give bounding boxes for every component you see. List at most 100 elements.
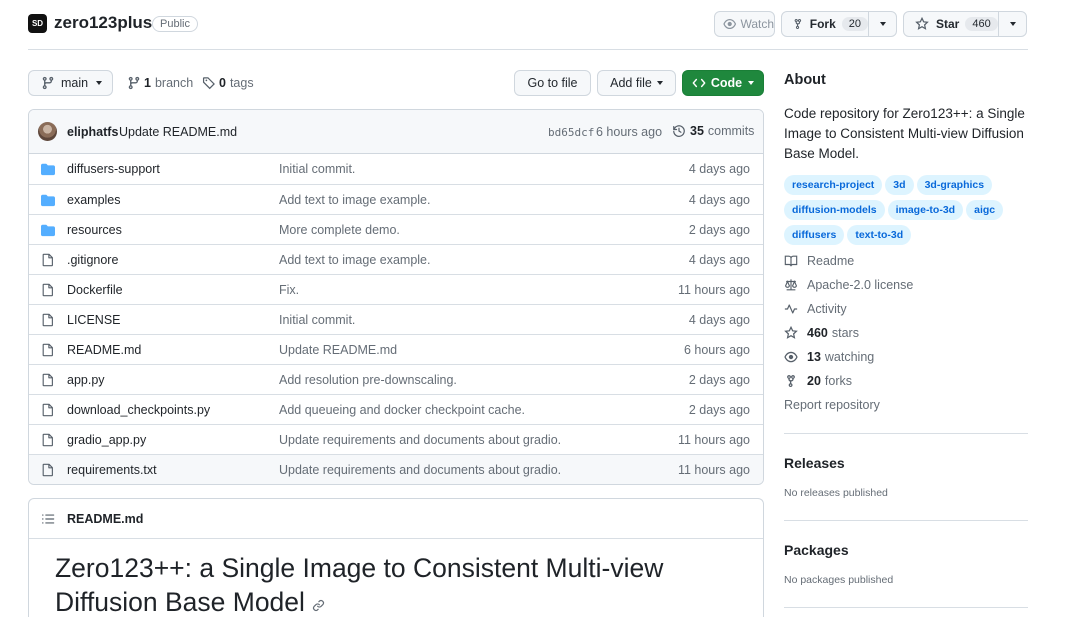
file-commit-message[interactable]: Update README.md <box>279 343 397 357</box>
code-button[interactable]: Code <box>682 70 764 96</box>
table-row[interactable]: Dockerfile Fix. 11 hours ago <box>29 274 763 304</box>
topic-tag[interactable]: aigc <box>966 200 1004 220</box>
file-commit-message[interactable]: More complete demo. <box>279 223 400 237</box>
book-icon <box>784 255 798 267</box>
star-button[interactable]: Star 460 <box>903 11 999 37</box>
file-name-link[interactable]: README.md <box>67 343 141 357</box>
add-file-label: Add file <box>610 76 652 90</box>
license-link[interactable]: Apache-2.0 license <box>784 278 913 292</box>
stars-link[interactable]: 460 stars <box>784 326 859 340</box>
file-name-link[interactable]: LICENSE <box>67 313 121 327</box>
tags-link[interactable]: 0 tags <box>202 76 254 90</box>
file-commit-message[interactable]: Add text to image example. <box>279 253 430 267</box>
table-row[interactable]: examples Add text to image example. 4 days… <box>29 184 763 214</box>
topic-list: research-project 3d 3d-graphics diffusion-m… <box>784 175 1020 250</box>
history-icon <box>673 125 685 137</box>
packages-title[interactable]: Packages <box>784 542 849 558</box>
list-icon[interactable] <box>41 512 55 526</box>
repo-logo[interactable]: SD <box>28 14 47 33</box>
star-dropdown-button[interactable] <box>998 11 1027 37</box>
avatar[interactable] <box>38 122 57 141</box>
readme-link[interactable]: Readme <box>784 254 854 268</box>
file-commit-message[interactable]: Update requirements and documents about … <box>279 433 561 447</box>
file-name-link[interactable]: Dockerfile <box>67 283 123 297</box>
topic-tag[interactable]: diffusers <box>784 225 845 245</box>
table-row[interactable]: diffusers-support Initial commit. 4 days a… <box>29 154 763 184</box>
topic-tag[interactable]: research-project <box>784 175 883 195</box>
file-commit-age: 2 days ago <box>688 223 750 237</box>
file-name-link[interactable]: diffusers-support <box>67 162 160 176</box>
topic-tag[interactable]: 3d-graphics <box>916 175 993 195</box>
sidebar-divider <box>784 520 1028 521</box>
file-commit-message[interactable]: Initial commit. <box>279 313 355 327</box>
table-row[interactable]: LICENSE Initial commit. 4 days ago <box>29 304 763 334</box>
releases-title[interactable]: Releases <box>784 455 845 471</box>
readme-panel: README.md Zero123++: a Single Image to C… <box>28 498 764 617</box>
link-icon[interactable] <box>312 599 325 612</box>
fork-button[interactable]: Fork 20 <box>781 11 869 37</box>
commit-hash[interactable]: bd65dcf <box>548 126 594 139</box>
file-icon <box>41 313 55 327</box>
readme-file-label[interactable]: README.md <box>67 512 143 526</box>
file-commit-age: 11 hours ago <box>677 433 750 447</box>
topic-tag[interactable]: image-to-3d <box>887 200 964 220</box>
tag-label: tags <box>229 76 254 90</box>
table-row[interactable]: app.py Add resolution pre-downscaling. 2 d… <box>29 364 763 394</box>
fork-dropdown-button[interactable] <box>868 11 897 37</box>
activity-link[interactable]: Activity <box>784 302 847 316</box>
add-file-button[interactable]: Add file <box>597 70 676 96</box>
packages-empty: No packages published <box>784 574 894 586</box>
file-commit-message[interactable]: Add queueing and docker checkpoint cache… <box>279 403 525 417</box>
table-row[interactable]: requirements.txt Update requirements and … <box>29 454 763 484</box>
watch-button[interactable]: Watch <box>714 11 775 37</box>
go-to-file-button[interactable]: Go to file <box>514 70 591 96</box>
table-row[interactable]: gradio_app.py Update requirements and doc… <box>29 424 763 454</box>
topic-tag[interactable]: 3d <box>885 175 914 195</box>
table-row[interactable]: download_checkpoints.py Add queueing and … <box>29 394 763 424</box>
fork-count: 20 <box>841 17 868 31</box>
branch-name: main <box>61 76 89 90</box>
file-commit-message[interactable]: Fix. <box>279 283 299 297</box>
file-commit-message[interactable]: Add text to image example. <box>279 193 430 207</box>
file-icon <box>41 283 55 297</box>
commit-author[interactable]: eliphatfs <box>67 125 118 139</box>
topic-tag[interactable]: diffusion-models <box>784 200 885 220</box>
stars-count: 460 <box>807 326 828 340</box>
chevron-down-icon <box>879 22 886 26</box>
file-commit-message[interactable]: Update requirements and documents about … <box>279 463 561 477</box>
file-commit-message[interactable]: Initial commit. <box>279 162 355 176</box>
file-name-link[interactable]: resources <box>67 223 122 237</box>
file-name-link[interactable]: download_checkpoints.py <box>67 403 210 417</box>
table-row[interactable]: .gitignore Add text to image example. 4 da… <box>29 244 763 274</box>
commit-message[interactable]: Update README.md <box>119 125 237 139</box>
table-row[interactable]: README.md Update README.md 6 hours ago <box>29 334 763 364</box>
file-name-link[interactable]: examples <box>67 193 121 207</box>
watching-link[interactable]: 13 watching <box>784 350 874 364</box>
file-name-link[interactable]: app.py <box>67 373 105 387</box>
file-icon <box>41 343 55 357</box>
about-title: About <box>784 72 826 88</box>
forks-link[interactable]: 20 forks <box>784 374 852 388</box>
commits-link[interactable]: 35 commits <box>672 124 754 138</box>
report-repository-link[interactable]: Report repository <box>784 398 880 412</box>
file-name-link[interactable]: requirements.txt <box>67 463 157 477</box>
watch-label: Watch <box>740 17 774 31</box>
file-name-link[interactable]: gradio_app.py <box>67 433 146 447</box>
table-row[interactable]: resources More complete demo. 2 days ago <box>29 214 763 244</box>
file-name-link[interactable]: .gitignore <box>67 253 118 267</box>
eye-icon <box>784 351 798 363</box>
file-commit-message[interactable]: Add resolution pre-downscaling. <box>279 373 457 387</box>
latest-commit-bar: eliphatfs Update README.md bd65dcf 6 hou… <box>29 110 763 154</box>
repo-name-link[interactable]: zero123plus <box>54 13 152 33</box>
star-label: Star <box>936 17 960 31</box>
branches-link[interactable]: 1 branch <box>127 76 193 90</box>
topic-tag[interactable]: text-to-3d <box>847 225 912 245</box>
commit-count: 35 <box>690 124 704 138</box>
watching-count: 13 <box>807 350 821 364</box>
commit-time: 6 hours ago <box>596 125 663 139</box>
file-commit-age: 2 days ago <box>688 373 750 387</box>
forks-label: forks <box>824 374 852 388</box>
fork-icon <box>794 18 802 30</box>
branch-select-button[interactable]: main <box>28 70 113 96</box>
license-link-label: Apache-2.0 license <box>807 278 914 292</box>
